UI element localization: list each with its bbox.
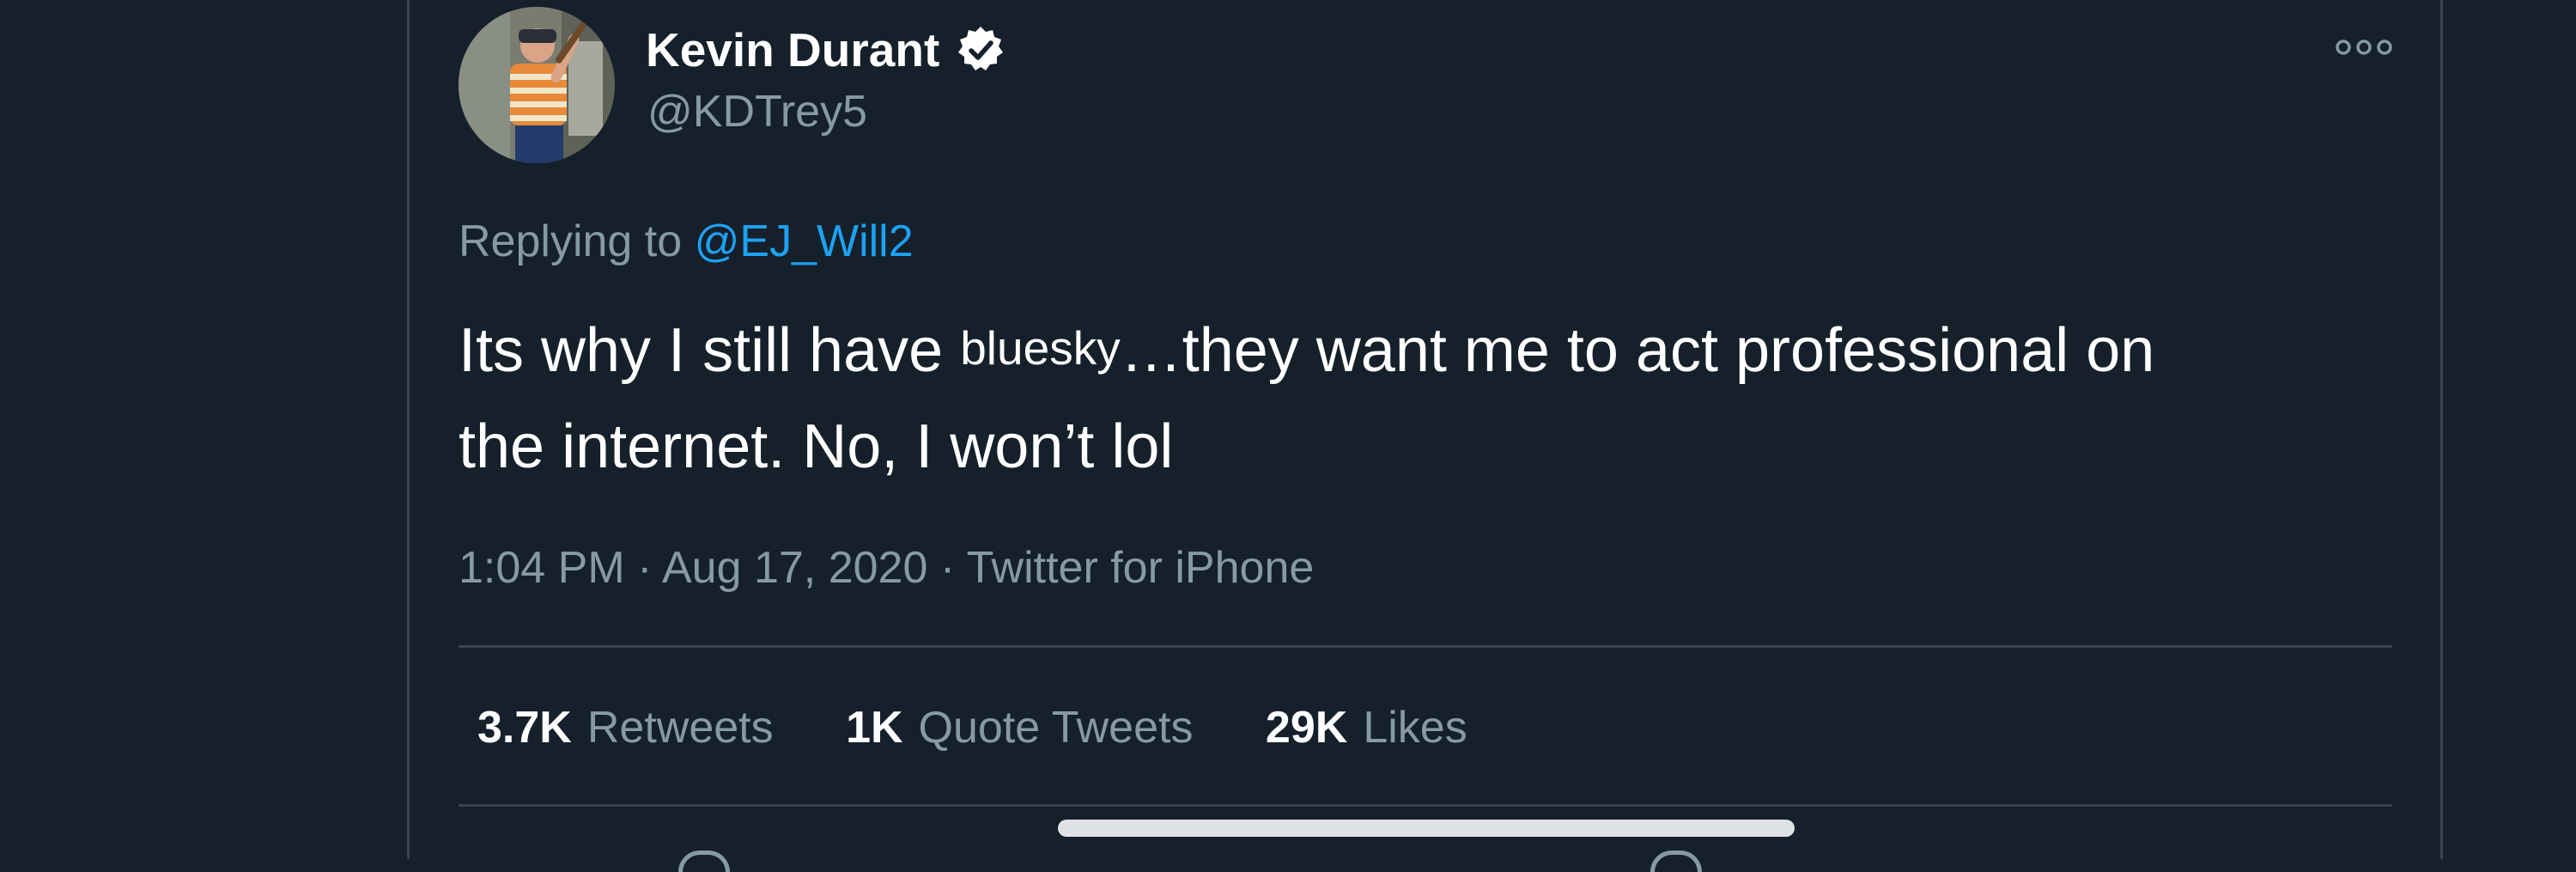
quote-tweets-count: 1K xyxy=(846,703,903,753)
replying-to: Replying to @EJ_Will2 xyxy=(459,211,914,271)
tweet-text-line-2: the internet. No, I won’t lol xyxy=(459,412,1174,481)
reply-icon[interactable] xyxy=(678,851,730,872)
retweets-count: 3.7K xyxy=(477,703,572,753)
author-handle[interactable]: @KDTrey5 xyxy=(647,82,867,142)
more-options-icon[interactable] xyxy=(2334,34,2394,60)
verified-badge-icon xyxy=(958,27,1003,70)
retweets-label: Retweets xyxy=(586,703,774,753)
replying-to-prefix: Replying to xyxy=(459,216,695,266)
timeline-border-left xyxy=(407,0,410,859)
likes-count: 29K xyxy=(1265,703,1348,753)
tweet-text-line-1: Its why I still have bluesky…they want m… xyxy=(459,305,2399,401)
quote-tweets-stat[interactable]: 1K Quote Tweets xyxy=(846,703,1193,753)
timeline-border-right xyxy=(2440,0,2443,859)
tweet-text-part-2: …they want me to act professional on xyxy=(1120,316,2155,385)
tweet-text-part-1: Its why I still have xyxy=(459,316,961,385)
avatar[interactable] xyxy=(459,7,615,163)
tweet-text: Its why I still have bluesky…they want m… xyxy=(459,305,2399,493)
avatar-image xyxy=(459,7,615,163)
replying-to-handle-link[interactable]: @EJ_Will2 xyxy=(695,216,914,266)
quote-tweets-label: Quote Tweets xyxy=(918,703,1194,753)
retweets-stat[interactable]: 3.7K Retweets xyxy=(477,703,774,753)
likes-stat[interactable]: 29K Likes xyxy=(1266,703,1467,753)
author-display-name[interactable]: Kevin Durant xyxy=(646,19,939,81)
like-icon[interactable] xyxy=(1650,851,1702,872)
divider-bottom xyxy=(459,804,2392,807)
home-indicator[interactable] xyxy=(1058,820,1795,837)
tweet-text-small-word: bluesky xyxy=(960,321,1121,375)
right-margin xyxy=(2444,0,2576,859)
tweet-stats: 3.7K Retweets 1K Quote Tweets 29K Likes xyxy=(477,698,1528,758)
divider-top xyxy=(459,645,2392,648)
left-margin xyxy=(0,0,407,859)
tweet-timestamp[interactable]: 1:04 PM · Aug 17, 2020 · Twitter for iPh… xyxy=(459,538,1314,598)
likes-label: Likes xyxy=(1363,703,1467,753)
